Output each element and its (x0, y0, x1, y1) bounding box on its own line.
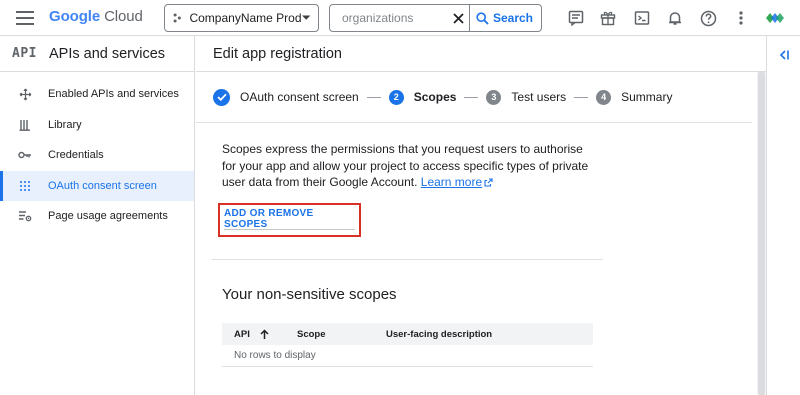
sidebar-item-label: Enabled APIs and services (48, 88, 179, 100)
step-scopes[interactable]: Scopes (414, 90, 457, 104)
registration-stepper: OAuth consent screen 2 Scopes 3 Test use… (213, 87, 672, 107)
search-button-label: Search (492, 11, 533, 25)
step-summary: Summary (621, 90, 673, 104)
divider (212, 259, 603, 260)
sidebar-item-oauth-consent[interactable]: OAuth consent screen (0, 170, 194, 201)
table-header: API Scope User-facing description (222, 323, 593, 345)
scopes-table: API Scope User-facing description No row… (222, 323, 593, 367)
account-avatar-icon[interactable] (763, 7, 787, 29)
project-hierarchy-icon (173, 13, 181, 23)
step-complete-check-icon (213, 88, 230, 106)
gift-icon[interactable] (597, 7, 619, 29)
logo-google-text: Google (49, 8, 101, 25)
sort-arrow-up-icon (260, 328, 269, 339)
sidebar-item-label: Credentials (48, 149, 104, 161)
main-menu-icon[interactable] (14, 8, 36, 28)
column-header-label: API (234, 328, 250, 340)
step-number: 4 (596, 89, 612, 105)
move-icon (18, 87, 32, 101)
section-title: Your non-sensitive scopes (222, 286, 397, 303)
more-options-icon[interactable] (730, 7, 752, 29)
right-side-panel (766, 36, 800, 395)
page-header: Edit app registration (196, 36, 766, 72)
dots-grid-icon (18, 179, 32, 193)
project-name: CompanyName Prod (189, 11, 302, 25)
search-icon (476, 11, 489, 25)
sidebar-header: API APIs and services (0, 36, 194, 72)
project-picker[interactable]: CompanyName Prod (164, 4, 319, 32)
page-title: Edit app registration (213, 45, 342, 62)
column-header-api[interactable]: API (222, 329, 297, 340)
step-connector (574, 96, 589, 98)
top-bar: GoogleCloud CompanyName Prod Search (0, 0, 800, 36)
clear-search-icon[interactable] (452, 6, 465, 30)
step-connector (366, 96, 381, 98)
search-input[interactable] (342, 11, 452, 25)
learn-more-link[interactable]: Learn more (421, 175, 482, 189)
divider (196, 122, 752, 123)
column-header-label: Scope (297, 328, 326, 340)
scopes-description-text: Scopes express the permissions that you … (222, 142, 589, 189)
empty-state-text: No rows to display (234, 350, 316, 361)
logo-cloud-text: Cloud (104, 8, 143, 25)
add-or-remove-scopes-button[interactable]: ADD OR REMOVE SCOPES (224, 208, 355, 230)
sidebar: API APIs and services Enabled APIs and s… (0, 36, 195, 395)
sidebar-item-credentials[interactable]: Credentials (0, 140, 194, 170)
column-header-scope[interactable]: Scope (297, 329, 386, 340)
sidebar-title: APIs and services (48, 45, 166, 62)
learn-more-label: Learn more (420, 175, 483, 189)
cloud-shell-icon[interactable] (631, 7, 653, 29)
sidebar-item-library[interactable]: Library (0, 110, 194, 140)
help-icon[interactable] (697, 7, 719, 29)
scrollbar-thumb[interactable] (758, 72, 765, 395)
notes-icon[interactable] (565, 7, 587, 29)
sidebar-item-label: OAuth consent screen (48, 179, 157, 192)
column-header-description[interactable]: User-facing description (386, 329, 492, 340)
step-connector (464, 96, 479, 98)
step-number: 2 (388, 89, 404, 105)
sidebar-item-page-usage[interactable]: Page usage agreements (0, 201, 194, 231)
table-empty-row: No rows to display (222, 345, 593, 367)
column-header-label: User-facing description (386, 328, 493, 340)
dropdown-arrow-icon (301, 15, 310, 20)
settings-list-icon (18, 209, 32, 223)
external-link-icon (484, 175, 493, 192)
sidebar-item-enabled-apis[interactable]: Enabled APIs and services (0, 79, 194, 109)
sidebar-item-label: Page usage agreements (48, 210, 168, 222)
content-scrollbar (757, 72, 766, 395)
step-test-users: Test users (511, 90, 567, 104)
expand-panel-icon[interactable] (774, 45, 794, 65)
search-bar: Search (329, 4, 542, 32)
step-oauth-consent[interactable]: OAuth consent screen (240, 90, 359, 104)
library-icon (18, 118, 32, 132)
key-icon (18, 148, 32, 162)
search-button[interactable]: Search (468, 4, 541, 32)
scopes-description: Scopes express the permissions that you … (222, 141, 592, 192)
api-badge-icon: API (12, 46, 37, 61)
sidebar-item-label: Library (48, 118, 82, 131)
notifications-bell-icon[interactable] (664, 7, 686, 29)
step-number: 3 (486, 89, 502, 105)
google-cloud-logo[interactable]: Google Cloud (49, 8, 143, 25)
